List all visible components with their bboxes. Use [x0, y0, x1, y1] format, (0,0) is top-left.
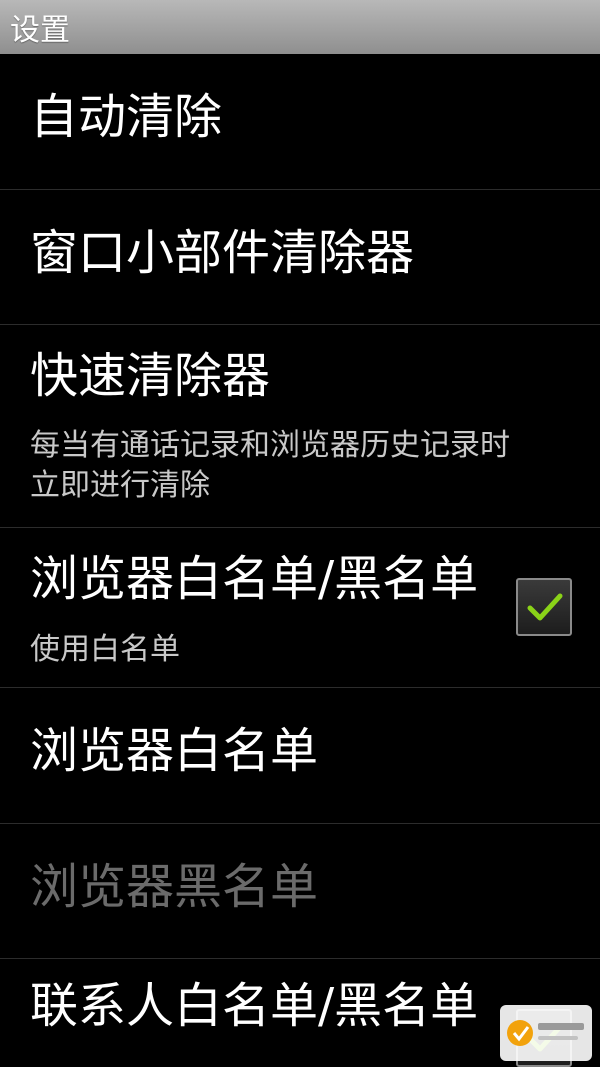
pref-title: 快速清除器 — [30, 349, 271, 404]
pref-summary-line: 立即进行清除 — [30, 467, 210, 503]
pref-title: 浏览器黑名单 — [30, 860, 319, 915]
browser-list-checkbox[interactable] — [516, 578, 572, 636]
kuaizai-logo — [500, 1005, 592, 1061]
pref-summary: 每当有通话记录和浏览器历史记录时 立即进行清除 — [30, 426, 510, 505]
pref-title: 窗口小部件清除器 — [30, 226, 415, 281]
pref-widget-cleaner[interactable]: 窗口小部件清除器 — [0, 190, 600, 325]
pref-browser-whitelist[interactable]: 浏览器白名单 — [0, 688, 600, 824]
pref-summary-line: 每当有通话记录和浏览器历史记录时 — [30, 428, 510, 463]
pref-title: 自动清除 — [30, 90, 223, 145]
pref-title: 浏览器白名单/黑名单 — [30, 552, 479, 607]
page-title: 设置 — [10, 13, 70, 48]
check-icon — [527, 593, 563, 621]
pref-browser-blacklist: 浏览器黑名单 — [0, 824, 600, 959]
title-bar: 设置 — [0, 0, 600, 54]
pref-browser-whitelist-blacklist[interactable]: 浏览器白名单/黑名单 使用白名单 — [0, 528, 600, 688]
pref-title: 浏览器白名单 — [30, 724, 319, 779]
pref-quick-cleaner[interactable]: 快速清除器 每当有通话记录和浏览器历史记录时 立即进行清除 — [0, 325, 600, 528]
pref-summary: 使用白名单 — [30, 632, 180, 667]
pref-auto-clear[interactable]: 自动清除 — [0, 54, 600, 190]
pref-title: 联系人白名单/黑名单 — [30, 979, 479, 1034]
